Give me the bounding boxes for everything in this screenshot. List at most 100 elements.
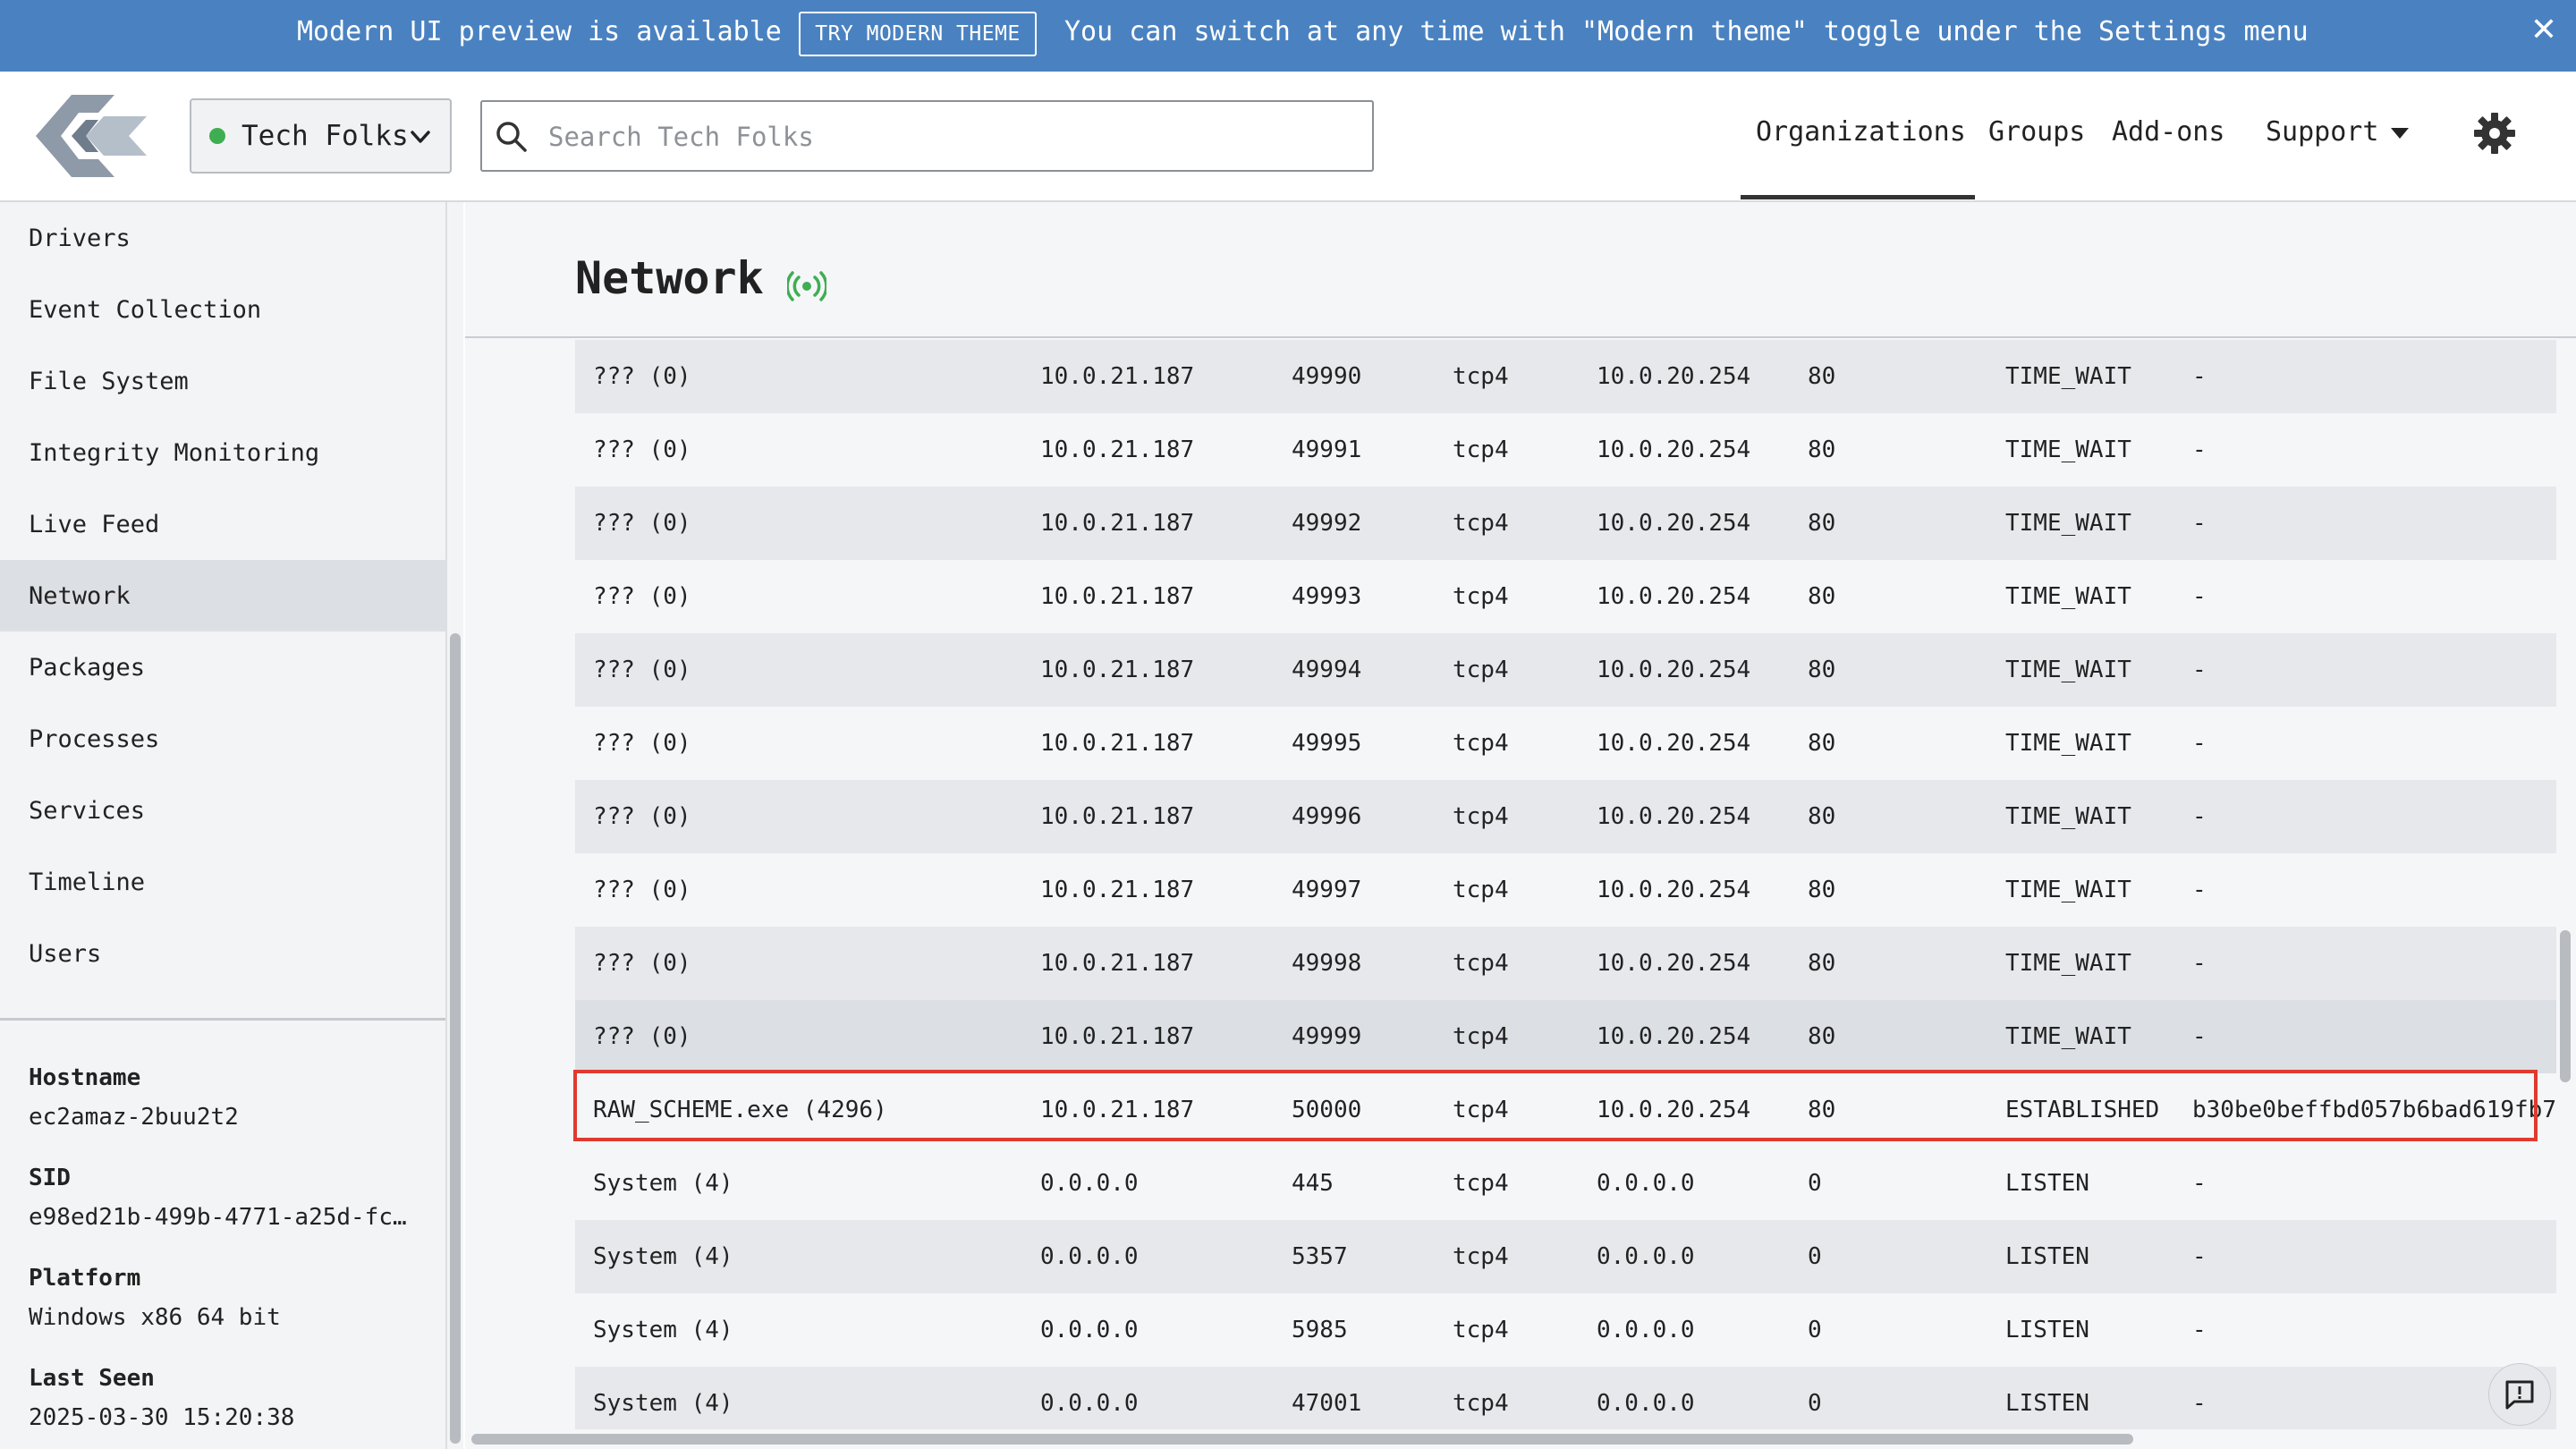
- nav-groups[interactable]: Groups: [1988, 116, 2085, 148]
- cell-state: TIME_WAIT: [2005, 363, 2131, 390]
- sid-value: e98ed21b-499b-4771-a25d-fc2…: [29, 1204, 413, 1231]
- cell-dst-port: 80: [1808, 730, 1836, 757]
- cell-src-port: 49991: [1292, 436, 1362, 463]
- gear-icon[interactable]: [2472, 111, 2517, 156]
- cell-process: ??? (0): [593, 657, 691, 683]
- close-banner-icon[interactable]: ✕: [2528, 11, 2560, 50]
- cell-src-ip: 10.0.21.187: [1040, 730, 1195, 757]
- cell-proto: tcp4: [1453, 1243, 1509, 1270]
- app-logo-icon[interactable]: [36, 91, 147, 181]
- status-dot: [209, 128, 225, 144]
- cell-src-ip: 10.0.21.187: [1040, 363, 1195, 390]
- table-row[interactable]: System (4) 0.0.0.0 47001 tcp4 0.0.0.0 0 LISTEN…: [575, 1367, 2557, 1429]
- table-row[interactable]: ??? (0) 10.0.21.187 49993 tcp4 10.0.20.254 80…: [575, 560, 2557, 633]
- cell-dst-port: 80: [1808, 877, 1836, 903]
- cell-hash: -: [2192, 436, 2207, 463]
- cell-dst-ip: 10.0.20.254: [1597, 657, 1751, 683]
- caret-down-icon: [2391, 127, 2410, 139]
- sidebar-item-users[interactable]: Users: [0, 918, 445, 989]
- cell-process: System (4): [593, 1390, 733, 1417]
- platform-label: Platform: [29, 1265, 141, 1292]
- try-modern-theme-button[interactable]: TRY MODERN THEME: [799, 12, 1037, 56]
- cell-state: TIME_WAIT: [2005, 950, 2131, 977]
- table-row[interactable]: System (4) 0.0.0.0 445 tcp4 0.0.0.0 0 LISTEN -: [575, 1147, 2557, 1220]
- cell-src-port: 49990: [1292, 363, 1362, 390]
- table-row[interactable]: ??? (0) 10.0.21.187 49991 tcp4 10.0.20.254 80…: [575, 413, 2557, 487]
- cell-src-ip: 10.0.21.187: [1040, 877, 1195, 903]
- cell-src-ip: 0.0.0.0: [1040, 1170, 1139, 1197]
- cell-dst-port: 0: [1808, 1317, 1822, 1343]
- cell-proto: tcp4: [1453, 1317, 1509, 1343]
- cell-src-port: 5985: [1292, 1317, 1348, 1343]
- sidebar-item-event-collection[interactable]: Event Collection: [0, 274, 445, 345]
- cell-state: LISTEN: [2005, 1390, 2089, 1417]
- cell-proto: tcp4: [1453, 1390, 1509, 1417]
- table-row[interactable]: ??? (0) 10.0.21.187 49997 tcp4 10.0.20.254 80…: [575, 853, 2557, 927]
- cell-proto: tcp4: [1453, 950, 1509, 977]
- table-row[interactable]: System (4) 0.0.0.0 5357 tcp4 0.0.0.0 0 LISTEN -: [575, 1220, 2557, 1293]
- cell-process: ??? (0): [593, 877, 691, 903]
- sidebar-item-live-feed[interactable]: Live Feed: [0, 488, 445, 560]
- cell-dst-ip: 10.0.20.254: [1597, 363, 1751, 390]
- cell-src-port: 49993: [1292, 583, 1362, 610]
- top-header: Tech Folks Organizations Groups Add-ons …: [0, 72, 2576, 202]
- cell-process: ??? (0): [593, 803, 691, 830]
- last-seen-value: 2025-03-30 15:20:38: [29, 1404, 295, 1431]
- cell-src-port: 49997: [1292, 877, 1362, 903]
- table-row[interactable]: ??? (0) 10.0.21.187 49999 tcp4 10.0.20.254 80…: [575, 1000, 2557, 1073]
- cell-dst-port: 0: [1808, 1170, 1822, 1197]
- sidebar-item-timeline[interactable]: Timeline: [0, 846, 445, 918]
- cell-src-ip: 10.0.21.187: [1040, 1023, 1195, 1050]
- sidebar-item-packages[interactable]: Packages: [0, 631, 445, 703]
- cell-proto: tcp4: [1453, 1170, 1509, 1197]
- cell-state: LISTEN: [2005, 1317, 2089, 1343]
- cell-state: TIME_WAIT: [2005, 1023, 2131, 1050]
- table-row[interactable]: ??? (0) 10.0.21.187 49998 tcp4 10.0.20.254 80…: [575, 927, 2557, 1000]
- cell-hash: -: [2192, 1317, 2207, 1343]
- cell-dst-ip: 10.0.20.254: [1597, 436, 1751, 463]
- sidebar-item-network[interactable]: Network: [0, 560, 445, 631]
- nav-addons[interactable]: Add-ons: [2112, 116, 2224, 148]
- cell-hash: -: [2192, 1243, 2207, 1270]
- org-selector[interactable]: Tech Folks: [190, 98, 452, 174]
- table-row[interactable]: ??? (0) 10.0.21.187 49994 tcp4 10.0.20.254 80…: [575, 633, 2557, 707]
- cell-dst-ip: 0.0.0.0: [1597, 1390, 1695, 1417]
- sidebar-item-file-system[interactable]: File System: [0, 345, 445, 417]
- sidebar-item-processes[interactable]: Processes: [0, 703, 445, 775]
- cell-dst-ip: 0.0.0.0: [1597, 1317, 1695, 1343]
- table-row[interactable]: System (4) 0.0.0.0 5985 tcp4 0.0.0.0 0 LISTEN -: [575, 1293, 2557, 1367]
- cell-state: LISTEN: [2005, 1243, 2089, 1270]
- cell-process: ??? (0): [593, 1023, 691, 1050]
- cell-hash: -: [2192, 363, 2207, 390]
- sidebar-item-services[interactable]: Services: [0, 775, 445, 846]
- feedback-button[interactable]: [2488, 1363, 2551, 1426]
- table-vertical-scrollbar-thumb[interactable]: [2560, 930, 2571, 1082]
- cell-proto: tcp4: [1453, 657, 1509, 683]
- table-vertical-scrollbar[interactable]: [2556, 340, 2576, 1436]
- search-box[interactable]: [480, 100, 1374, 172]
- sidebar-scrollbar-thumb[interactable]: [450, 633, 461, 1444]
- table-row[interactable]: ??? (0) 10.0.21.187 49992 tcp4 10.0.20.254 80…: [575, 487, 2557, 560]
- table-row[interactable]: ??? (0) 10.0.21.187 49995 tcp4 10.0.20.254 80…: [575, 707, 2557, 780]
- table-horizontal-scrollbar-thumb[interactable]: [471, 1434, 2133, 1445]
- cell-dst-ip: 10.0.20.254: [1597, 803, 1751, 830]
- table-row[interactable]: ??? (0) 10.0.21.187 49996 tcp4 10.0.20.254 80…: [575, 780, 2557, 853]
- nav-organizations[interactable]: Organizations: [1756, 116, 1966, 148]
- cell-hash: -: [2192, 1023, 2207, 1050]
- cell-hash: -: [2192, 803, 2207, 830]
- cell-dst-port: 80: [1808, 657, 1836, 683]
- search-icon: [496, 122, 527, 152]
- cell-process: ??? (0): [593, 363, 691, 390]
- sidebar-item-drivers[interactable]: Drivers: [0, 202, 445, 274]
- sidebar-item-integrity-monitoring[interactable]: Integrity Monitoring: [0, 417, 445, 488]
- cell-src-ip: 10.0.21.187: [1040, 657, 1195, 683]
- cell-process: System (4): [593, 1243, 733, 1270]
- table-row[interactable]: ??? (0) 10.0.21.187 49990 tcp4 10.0.20.254 80…: [575, 340, 2557, 413]
- cell-hash: -: [2192, 1170, 2207, 1197]
- cell-dst-port: 80: [1808, 510, 1836, 537]
- chevron-down-icon: [411, 131, 430, 143]
- page-title: Network: [575, 252, 764, 304]
- nav-support[interactable]: Support: [2266, 116, 2410, 148]
- cell-src-ip: 0.0.0.0: [1040, 1390, 1139, 1417]
- search-input[interactable]: [547, 111, 1355, 163]
